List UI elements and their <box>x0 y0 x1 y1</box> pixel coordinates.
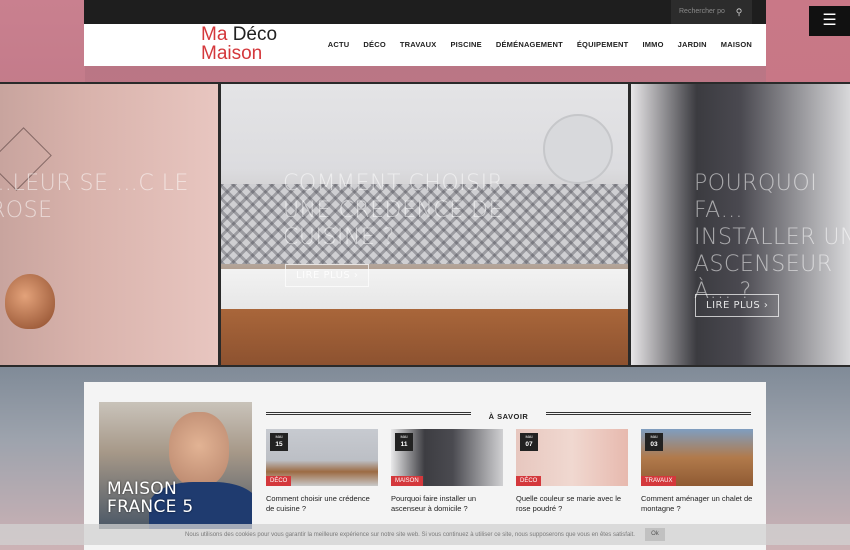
date-month: MAI <box>275 434 283 439</box>
category-tag[interactable]: DÉCO <box>516 476 542 486</box>
nav-item-jardin[interactable]: JARDIN <box>678 40 707 49</box>
date-month: MAI <box>650 434 658 439</box>
presenter-face-image <box>169 412 229 487</box>
date-day: 11 <box>400 441 408 448</box>
nav-item-deco[interactable]: DÉCO <box>363 40 385 49</box>
slide-ascenseur[interactable]: POURQUOI FA… INSTALLER UN ASCENSEUR À… ?… <box>631 84 850 365</box>
search-input[interactable]: Rechercher po <box>671 0 726 24</box>
article-thumbnail[interactable]: MAI 15 DÉCO <box>266 429 378 486</box>
menu-toggle-button[interactable]: ☰ <box>809 6 850 36</box>
wall-clock-image <box>543 114 613 184</box>
read-more-button[interactable]: LIRE PLUS › <box>695 294 780 317</box>
hamburger-icon: ☰ <box>822 12 837 29</box>
logo-deco: Déco <box>232 24 278 45</box>
section-title: À SAVOIR <box>488 412 529 421</box>
logo-ma: Ma <box>201 24 228 45</box>
category-tag[interactable]: TRAVAUX <box>641 476 677 486</box>
copper-lamp-image <box>5 274 55 329</box>
nav-item-maison[interactable]: MAISON <box>721 40 752 49</box>
date-month: MAI <box>400 434 408 439</box>
date-day: 03 <box>650 441 658 448</box>
nav-item-travaux[interactable]: TRAVAUX <box>400 40 437 49</box>
cookie-banner: Nous utilisons des cookies pour vous gar… <box>0 524 850 545</box>
date-day: 07 <box>525 441 533 448</box>
section-divider-left <box>266 412 471 415</box>
article-title[interactable]: Comment aménager un chalet de montagne ? <box>641 494 753 514</box>
article-thumbnail[interactable]: MAI 07 DÉCO <box>516 429 628 486</box>
category-tag[interactable]: DÉCO <box>266 476 292 486</box>
article-title[interactable]: Quelle couleur se marie avec le rose pou… <box>516 494 628 514</box>
slide-credence[interactable]: COMMENT CHOISIR UNE CRÉDENCE DE CUISINE … <box>221 84 628 365</box>
nav-item-demenagement[interactable]: DÉMÉNAGEMENT <box>496 40 563 49</box>
nav-item-immo[interactable]: IMMO <box>642 40 663 49</box>
date-badge: MAI 03 <box>645 433 663 451</box>
slide-title: …LEUR SE …C LE ROSE <box>0 171 189 223</box>
article-thumbnail[interactable]: MAI 11 MAISON <box>391 429 503 486</box>
slide-title: COMMENT CHOISIR UNE CRÉDENCE DE CUISINE … <box>283 171 504 250</box>
slide-title: POURQUOI FA… INSTALLER UN ASCENSEUR À… ? <box>694 171 850 304</box>
counter-image <box>221 269 628 309</box>
hero-slider: …LEUR SE …C LE ROSE COMMENT CHOISIR UNE … <box>0 82 850 367</box>
article-card[interactable]: MAI 07 DÉCO Quelle couleur se marie avec… <box>516 429 628 514</box>
section-header: À SAVOIR <box>266 406 751 421</box>
article-thumbnail[interactable]: MAI 03 TRAVAUX <box>641 429 753 486</box>
search-icon: ⚲ <box>735 7 743 17</box>
article-cards: MAI 15 DÉCO Comment choisir une crédence… <box>266 429 753 514</box>
nav-item-piscine[interactable]: PISCINE <box>450 40 481 49</box>
logo-maison: Maison <box>201 43 263 64</box>
date-month: MAI <box>525 434 533 439</box>
site-header: Ma Déco Maison ACTU DÉCO TRAVAUX PISCINE… <box>84 24 766 66</box>
search-button[interactable]: ⚲ <box>726 0 752 24</box>
feature-title: MAISON FRANCE 5 <box>107 480 193 516</box>
article-card[interactable]: MAI 15 DÉCO Comment choisir une crédence… <box>266 429 378 514</box>
section-divider-right <box>546 412 751 415</box>
cookie-accept-button[interactable]: Ok <box>644 528 665 541</box>
date-badge: MAI 15 <box>270 433 288 451</box>
category-tag[interactable]: MAISON <box>391 476 423 486</box>
cookie-text: Nous utilisons des cookies pour vous gar… <box>185 531 635 538</box>
feature-title-line1: MAISON <box>107 479 177 499</box>
read-more-button[interactable]: LIRE PLUS › <box>285 264 370 287</box>
site-logo[interactable]: Ma Déco Maison <box>201 25 277 63</box>
article-title[interactable]: Pourquoi faire installer un ascenseur à … <box>391 494 503 514</box>
slide-pink-decor[interactable]: …LEUR SE …C LE ROSE <box>0 84 218 365</box>
wood-cabinet-image <box>221 309 628 365</box>
date-badge: MAI 11 <box>395 433 413 451</box>
nav-item-actu[interactable]: ACTU <box>328 40 350 49</box>
article-card[interactable]: MAI 11 MAISON Pourquoi faire installer u… <box>391 429 503 514</box>
article-card[interactable]: MAI 03 TRAVAUX Comment aménager un chale… <box>641 429 753 514</box>
top-bar: Rechercher po ⚲ <box>84 0 766 24</box>
feature-banner-maison-france5[interactable]: MAISON FRANCE 5 <box>99 402 252 529</box>
date-day: 15 <box>275 441 283 448</box>
feature-title-line2: FRANCE 5 <box>107 497 194 517</box>
main-nav: ACTU DÉCO TRAVAUX PISCINE DÉMÉNAGEMENT É… <box>328 40 752 49</box>
date-badge: MAI 07 <box>520 433 538 451</box>
article-title[interactable]: Comment choisir une crédence de cuisine … <box>266 494 378 514</box>
nav-item-equipement[interactable]: ÉQUIPEMENT <box>577 40 629 49</box>
